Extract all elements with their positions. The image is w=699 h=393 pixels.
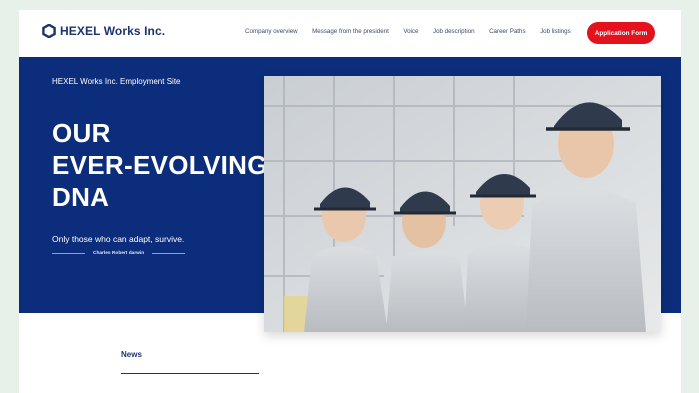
hero-photo-workers (264, 76, 661, 332)
nav-company-overview[interactable]: Company overview (245, 28, 298, 35)
hero-tagline: Only those who can adapt, survive. (52, 234, 185, 244)
headline-line-3: DNA (52, 182, 110, 212)
nav-voice[interactable]: Voice (403, 28, 418, 35)
nav-job-listings[interactable]: Job listings (540, 28, 571, 35)
site-label: HEXEL Works Inc. Employment Site (52, 77, 181, 86)
quote-author: Charles Robert darwin (93, 251, 145, 256)
application-form-button[interactable]: Application Form (587, 22, 655, 44)
page: HEXEL Works Inc. Company overview Messag… (19, 10, 681, 393)
hexagon-logo-icon (42, 24, 56, 38)
workers-illustration (264, 76, 661, 332)
quote-attribution: Charles Robert darwin (52, 251, 186, 256)
main-nav: Company overview Message from the presid… (245, 28, 585, 35)
quote-divider-left (52, 253, 85, 254)
company-name: HEXEL Works Inc. (60, 24, 166, 38)
headline-line-1: OUR (52, 118, 111, 148)
nav-message-from-president[interactable]: Message from the president (312, 28, 389, 35)
nav-job-description[interactable]: Job description (433, 28, 475, 35)
nav-career-paths[interactable]: Career Paths (489, 28, 525, 35)
site-header: HEXEL Works Inc. Company overview Messag… (19, 10, 681, 57)
news-underline (121, 373, 259, 374)
quote-divider-right (152, 253, 186, 254)
logo[interactable]: HEXEL Works Inc. (42, 24, 165, 38)
headline-line-2: EVER-EVOLVING (52, 150, 268, 180)
hero-headline: OUR EVER-EVOLVING DNA (52, 117, 268, 213)
news-heading[interactable]: News (121, 350, 142, 359)
